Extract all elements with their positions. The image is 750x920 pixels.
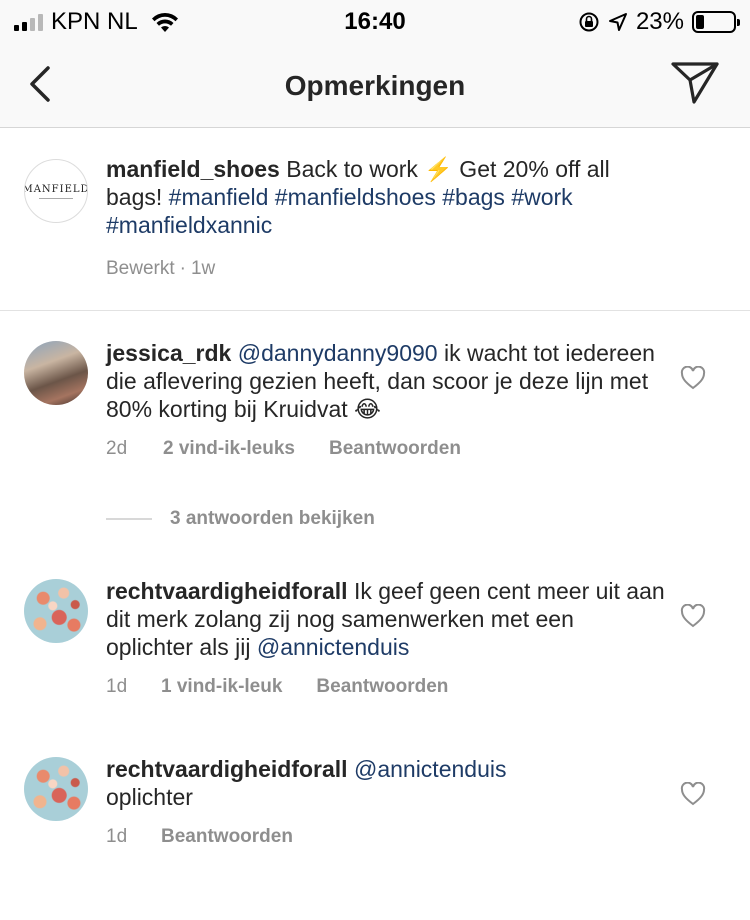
reply-button[interactable]: Beantwoorden xyxy=(329,438,461,460)
comment-mention[interactable]: @dannydanny9090 xyxy=(238,340,438,366)
caption-meta: Bewerkt · 1w xyxy=(106,258,215,280)
comment-meta: 1d 1 vind-ik-leuk Beantwoorden xyxy=(106,676,448,698)
likes-count[interactable]: 2 vind-ik-leuks xyxy=(163,438,295,460)
avatar[interactable]: MANFIELD xyxy=(24,159,88,223)
comment-age: 2d xyxy=(106,438,128,459)
location-arrow-icon xyxy=(608,13,627,31)
battery-icon xyxy=(692,11,740,33)
page-title: Opmerkingen xyxy=(284,70,466,101)
view-replies-label: 3 antwoorden bekijken xyxy=(170,508,375,529)
avatar[interactable] xyxy=(24,341,88,405)
caption-text: manfield_shoes Back to work ⚡️ Get 20% o… xyxy=(106,155,666,239)
view-replies-button[interactable]: 3 antwoorden bekijken xyxy=(106,508,375,530)
avatar[interactable] xyxy=(24,579,88,643)
status-right: 23% xyxy=(578,8,740,36)
comment-text: rechtvaardigheidforall @annictenduis opl… xyxy=(106,755,666,811)
heart-icon[interactable] xyxy=(680,366,706,390)
comment-age: 1d xyxy=(106,826,128,847)
comment-mention[interactable]: @annictenduis xyxy=(257,634,410,660)
logo-underline xyxy=(39,197,73,199)
comment-meta: 2d 2 vind-ik-leuks Beantwoorden xyxy=(106,438,461,460)
comment-username[interactable]: rechtvaardigheidforall xyxy=(106,578,348,604)
caption-hashtags[interactable]: #manfield #manfieldshoes #bags #work #ma… xyxy=(106,184,573,238)
brand-logo: MANFIELD xyxy=(24,183,88,195)
heart-icon[interactable] xyxy=(680,782,706,806)
heart-icon[interactable] xyxy=(680,604,706,628)
caption-username[interactable]: manfield_shoes xyxy=(106,156,280,182)
status-bar: KPN NL 16:40 23% xyxy=(0,0,750,42)
likes-count[interactable]: 1 vind-ik-leuk xyxy=(161,676,282,698)
comment-username[interactable]: rechtvaardigheidforall xyxy=(106,756,348,782)
comment-username[interactable]: jessica_rdk xyxy=(106,340,231,366)
comment-text: jessica_rdk @dannydanny9090 ik wacht tot… xyxy=(106,339,666,423)
paper-plane-icon[interactable] xyxy=(670,60,720,106)
comment-meta: 1d Beantwoorden xyxy=(106,826,293,848)
rotation-lock-icon xyxy=(579,12,599,32)
comment-age: 1d xyxy=(106,676,128,697)
avatar[interactable] xyxy=(24,757,88,821)
edited-label: Bewerkt xyxy=(106,258,175,279)
reply-button[interactable]: Beantwoorden xyxy=(316,676,448,698)
replies-divider xyxy=(106,518,152,520)
meta-separator: · xyxy=(179,258,186,279)
battery-level xyxy=(696,15,705,29)
navigation-bar: Opmerkingen xyxy=(0,42,750,128)
battery-percent: 23% xyxy=(635,8,684,35)
reply-button[interactable]: Beantwoorden xyxy=(161,826,293,848)
comment-body: oplichter xyxy=(106,784,193,810)
post-caption: MANFIELD manfield_shoes Back to work ⚡️ … xyxy=(0,129,750,311)
comment-text: rechtvaardigheidforall Ik geef geen cent… xyxy=(106,577,666,661)
caption-age: 1w xyxy=(190,258,216,279)
comment-mention[interactable]: @annictenduis xyxy=(354,756,507,782)
